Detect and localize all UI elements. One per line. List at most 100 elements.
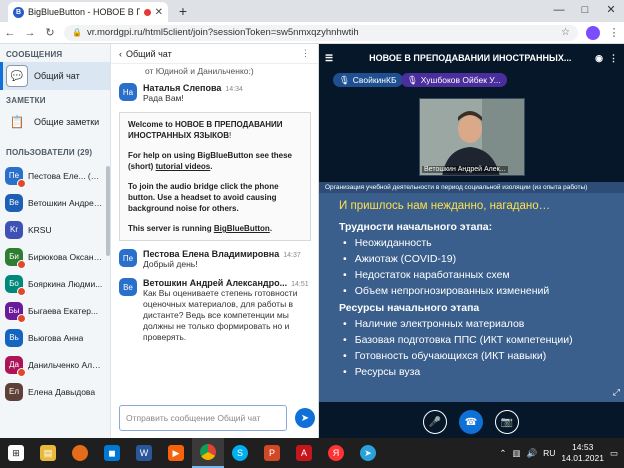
start-button[interactable]: ⊞	[0, 438, 32, 468]
url-text: vr.mordgpi.ru/html5client/join?sessionTo…	[86, 27, 359, 38]
users-scrollbar[interactable]	[106, 166, 110, 256]
player-taskbar-icon[interactable]: ▶	[160, 438, 192, 468]
talking-indicator[interactable]: 🎙 СвойкинКБ	[333, 73, 403, 87]
user-initials: Бо	[9, 279, 19, 288]
sidebar-item-shared-notes[interactable]: 📋 Общие заметки	[0, 108, 110, 136]
user-list-panel: СООБЩЕНИЯ 💬 Общий чат ЗАМЕТКИ 📋 Общие за…	[0, 44, 111, 438]
user-list-item[interactable]: Би Бирюкова Оксана...	[0, 243, 108, 270]
user-initials: Kr	[10, 225, 18, 234]
new-tab-button[interactable]: +	[175, 4, 191, 20]
window-controls: — □ ✕	[546, 0, 624, 22]
user-list-item[interactable]: Бы Быгаева Екатер...	[0, 297, 108, 324]
skype-taskbar-icon[interactable]: S	[224, 438, 256, 468]
firefox-taskbar-icon[interactable]	[64, 438, 96, 468]
notifications-icon[interactable]: ▭	[610, 448, 618, 459]
message-author: Ветошкин Андрей Александро...	[143, 278, 288, 288]
slide-bullet: Готовность обучающихся (ИКТ навыки)	[319, 348, 624, 364]
talking-indicator[interactable]: 🎙 Хушбоков Ойбек У...	[401, 73, 507, 87]
url-field[interactable]: 🔒 vr.mordgpi.ru/html5client/join?session…	[64, 24, 578, 41]
back-arrow-icon[interactable]: ←	[4, 27, 16, 39]
powerpoint-taskbar-icon[interactable]: P	[256, 438, 288, 468]
user-list-item[interactable]: Kr KRSU	[0, 216, 108, 243]
shared-notes-label: Общие заметки	[34, 117, 100, 127]
slide-fullscreen-icon[interactable]: ⤢	[613, 387, 620, 398]
user-avatar: Би	[5, 247, 26, 269]
message-text: Добрый день!	[143, 259, 198, 269]
chat-title: Общий чат	[126, 48, 172, 59]
user-name: KRSU	[28, 224, 52, 235]
presentation-area: ☰ НОВОЕ В ПРЕПОДАВАНИИ ИНОСТРАННЫХ... ◉ …	[319, 44, 624, 438]
chevron-left-icon[interactable]: ‹	[119, 49, 122, 59]
bookmark-star-icon[interactable]: ☆	[561, 27, 570, 38]
muted-mic-icon	[17, 313, 26, 323]
hamburger-menu-icon[interactable]: ☰	[325, 53, 333, 64]
yandex-taskbar-icon[interactable]: Я	[320, 438, 352, 468]
close-window-button[interactable]: ✕	[598, 0, 624, 22]
user-initials: Ве	[9, 198, 19, 207]
reload-icon[interactable]: ↻	[44, 26, 56, 39]
muted-mic-icon	[17, 286, 26, 296]
muted-mic-icon	[17, 259, 26, 269]
clock[interactable]: 14:53 14.01.2021	[561, 442, 604, 464]
mute-button[interactable]: 🎤	[423, 410, 447, 434]
browser-tabbar: B BigBlueButton - НОВОЕ В ПРЕ ✕ + — □ ✕	[0, 0, 624, 22]
partial-message-text: от Юдиной и Данильченко:)	[145, 66, 254, 76]
maximize-button[interactable]: □	[572, 0, 598, 22]
server-prefix: This server is running	[128, 224, 214, 233]
volume-icon[interactable]: 🔊	[527, 448, 538, 459]
explorer-taskbar-icon[interactable]: ▤	[32, 438, 64, 468]
tab-title: BigBlueButton - НОВОЕ В ПРЕ	[28, 7, 140, 17]
chat-panel: ‹ Общий чат ⋮ от Юдиной и Данильченко:) …	[111, 44, 319, 438]
word-taskbar-icon[interactable]: W	[128, 438, 160, 468]
message-author: Наталья Слепова	[143, 83, 222, 93]
tray-chevron-icon[interactable]: ⌃	[499, 448, 506, 459]
send-message-button[interactable]: ➤	[295, 408, 315, 428]
forward-arrow-icon[interactable]: →	[24, 27, 36, 39]
options-icon[interactable]: ⋮	[609, 53, 618, 64]
language-indicator[interactable]: RU	[543, 448, 555, 458]
chat-message-input[interactable]: Отправить сообщение Общий чат	[119, 405, 287, 431]
webcam-video[interactable]: Ветошкин Андрей Алек...	[419, 98, 525, 176]
user-avatar: Пе	[5, 166, 26, 188]
message-avatar: На	[119, 83, 137, 101]
sidebar-item-public-chat[interactable]: 💬 Общий чат	[0, 62, 110, 90]
chrome-taskbar-icon[interactable]	[192, 438, 224, 468]
slide-bullet: Базовая подготовка ППС (ИКТ компетенции)	[319, 332, 624, 348]
webcam-button[interactable]: 📷	[495, 410, 519, 434]
user-list-item[interactable]: Да Данильченко Але...	[0, 351, 108, 378]
chat-message: На Наталья Слепова 14:34 Рада Вам!	[111, 79, 319, 108]
users-header: ПОЛЬЗОВАТЕЛИ (29)	[6, 148, 93, 157]
network-icon[interactable]: ▥	[513, 448, 521, 459]
address-bar: ← → ↻ 🔒 vr.mordgpi.ru/html5client/join?s…	[0, 22, 624, 44]
store-taskbar-icon[interactable]: ◼	[96, 438, 128, 468]
record-icon[interactable]: ◉	[595, 53, 603, 64]
user-avatar: Бо	[5, 274, 26, 296]
message-time: 14:34	[225, 86, 243, 93]
chat-header[interactable]: ‹ Общий чат ⋮	[111, 44, 318, 64]
tab-close-icon[interactable]: ✕	[155, 7, 163, 18]
user-name: Елена Давыдова	[28, 386, 96, 397]
profile-avatar[interactable]	[586, 25, 600, 40]
browser-tab[interactable]: B BigBlueButton - НОВОЕ В ПРЕ ✕	[8, 2, 168, 22]
user-avatar: Бы	[5, 301, 26, 323]
acrobat-taskbar-icon[interactable]: A	[288, 438, 320, 468]
chat-options-icon[interactable]: ⋮	[301, 48, 310, 59]
user-list-item[interactable]: Бо Бояркина Людми...	[0, 270, 108, 297]
tutorial-link[interactable]: tutorial videos	[156, 162, 211, 171]
user-list-item[interactable]: Вь Вьюгова Анна	[0, 324, 108, 351]
minimize-button[interactable]: —	[546, 0, 572, 22]
telegram-taskbar-icon[interactable]: ➤	[352, 438, 384, 468]
recording-dot-icon	[143, 8, 151, 16]
user-list-item[interactable]: Ел Елена Давыдова	[0, 378, 108, 405]
notes-header: ЗАМЕТКИ	[6, 96, 46, 105]
user-list-item[interactable]: Пе Пестова Еле... (Вы)	[0, 162, 108, 189]
slide-bullet: Наличие электронных материалов	[319, 316, 624, 332]
menu-dots-icon[interactable]: ⋮	[608, 26, 620, 39]
leave-audio-button[interactable]: ☎	[459, 410, 483, 434]
bbb-link[interactable]: BigBlueButton	[214, 224, 270, 233]
welcome-message: Welcome to НОВОЕ В ПРЕПОДАВАНИИ ИНОСТРАН…	[119, 112, 311, 241]
webcam-label: Ветошкин Андрей Алек...	[422, 166, 508, 173]
user-list-item[interactable]: Ве Ветошкин Андрей...	[0, 189, 108, 216]
user-initials: Би	[9, 252, 19, 261]
notes-icon: 📋	[9, 115, 25, 129]
